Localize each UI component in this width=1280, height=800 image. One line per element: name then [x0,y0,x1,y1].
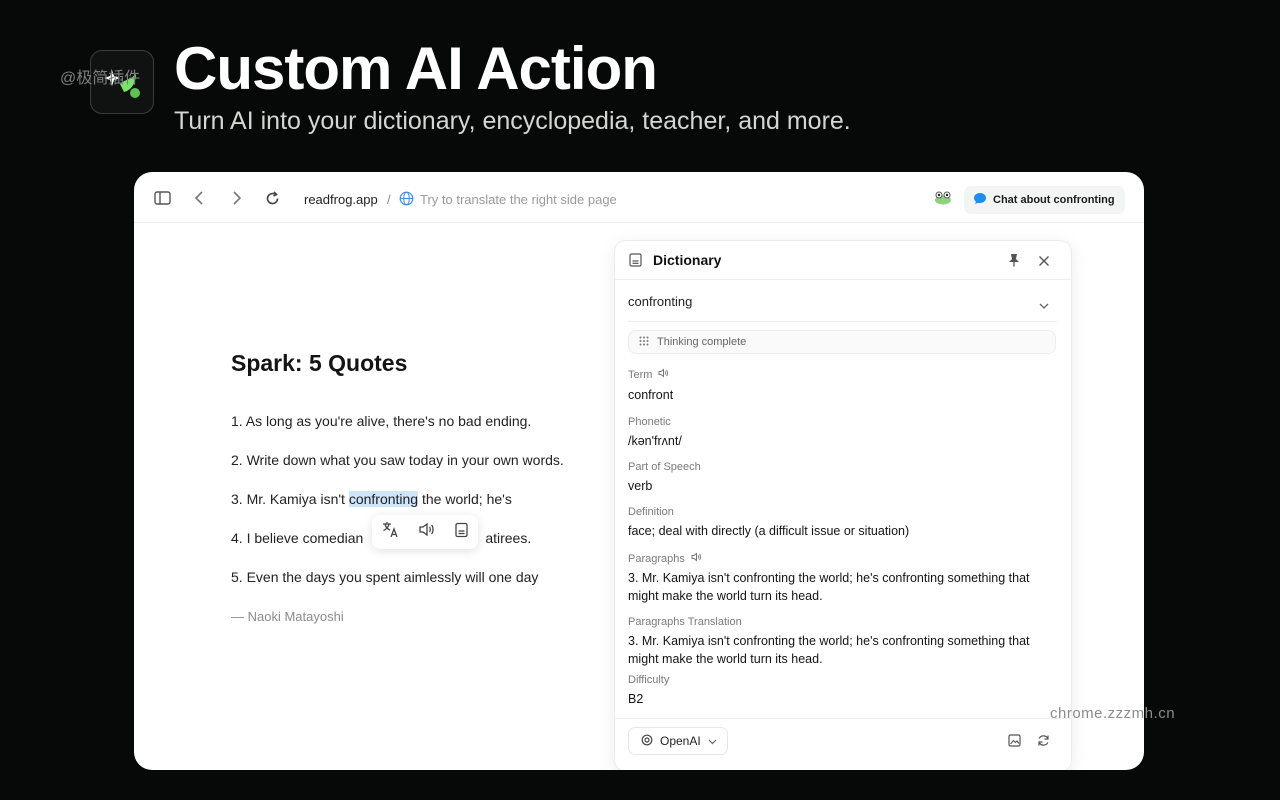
field-value-definition: face; deal with directly (a difficult is… [628,524,910,538]
pin-icon[interactable] [1008,253,1020,272]
hero-subtitle: Turn AI into your dictionary, encycloped… [174,107,851,135]
openai-icon [641,734,653,749]
url-input[interactable]: Try to translate the right side page [420,192,617,207]
panel-header: Dictionary [615,241,1071,280]
reload-icon[interactable] [263,189,281,207]
browser-window: readfrog.app / Try to translate the righ… [134,172,1144,770]
panel-footer: OpenAI [615,718,1071,770]
field-label-paragraphs-translation: Paragraphs Translation [628,616,742,628]
highlighted-word[interactable]: confronting [348,491,419,507]
chevron-down-icon[interactable] [1039,297,1049,315]
watermark-url: chrome.zzzmh.cn [1050,705,1176,722]
chat-bubble-icon [973,192,987,208]
dictionary-icon[interactable] [454,522,469,543]
dictionary-book-icon [629,253,642,272]
speaker-icon[interactable] [418,521,435,543]
sidebar-toggle-icon[interactable] [153,189,171,207]
back-icon[interactable] [190,189,208,207]
selection-toolbar [372,515,478,549]
translate-icon[interactable] [382,521,399,543]
field-label-paragraphs: Paragraphs [628,552,702,565]
chevron-down-icon [708,734,717,748]
divider [628,321,1057,322]
watermark-text: @极简插件 [60,70,141,87]
field-label-term: Term [628,368,669,381]
speaker-icon[interactable] [691,552,702,565]
close-icon[interactable] [1038,254,1050,272]
hero-title: Custom AI Action [174,35,658,102]
image-icon[interactable] [1008,734,1021,752]
term-select[interactable]: confronting [628,294,692,309]
field-value-phonetic: /kən'frʌnt/ [628,434,682,448]
chat-about-button[interactable]: Chat about confronting [964,186,1125,214]
thinking-status[interactable]: Thinking complete [628,330,1056,354]
model-label: OpenAI [660,734,701,748]
quote-3: 3. Mr. Kamiya isn't confronting the worl… [231,491,512,507]
quote-3-end: the world; he's [422,491,512,507]
quote-4-start: 4. I believe comedian [231,530,364,546]
dictionary-panel: Dictionary confronting Thinking complete… [614,240,1072,770]
model-select[interactable]: OpenAI [628,727,728,755]
field-label-phonetic: Phonetic [628,416,671,428]
quote-1: 1. As long as you're alive, there's no b… [231,413,532,429]
thinking-label: Thinking complete [657,336,747,348]
frog-icon[interactable] [934,191,952,210]
field-label-pos: Part of Speech [628,461,701,473]
quote-4-end: atirees. [485,530,532,546]
quote-3-start: 3. Mr. Kamiya isn't [231,491,345,507]
field-value-difficulty: B2 [628,692,644,706]
quote-5: 5. Even the days you spent aimlessly wil… [231,569,539,585]
chat-about-label: Chat about confronting [993,194,1115,206]
page-title: Spark: 5 Quotes [231,350,408,376]
forward-icon[interactable] [228,189,246,207]
grid-dots-icon [639,336,649,349]
browser-toolbar: readfrog.app / Try to translate the righ… [134,172,1144,223]
field-value-term: confront [628,388,674,402]
field-value-pos: verb [628,479,653,493]
speaker-icon[interactable] [658,368,669,381]
refresh-icon[interactable] [1037,734,1050,752]
field-value-paragraphs: 3. Mr. Kamiya isn't confronting the worl… [628,571,1030,603]
panel-title: Dictionary [653,252,722,268]
globe-icon [399,191,414,211]
field-label-definition: Definition [628,506,674,518]
field-label-difficulty: Difficulty [628,674,670,686]
quote-author: — Naoki Matayoshi [231,609,344,624]
url-host[interactable]: readfrog.app [304,192,378,207]
field-value-paragraphs-translation: 3. Mr. Kamiya isn't confronting the worl… [628,634,1030,666]
url-separator: / [387,192,391,207]
quote-2: 2. Write down what you saw today in your… [231,452,564,468]
